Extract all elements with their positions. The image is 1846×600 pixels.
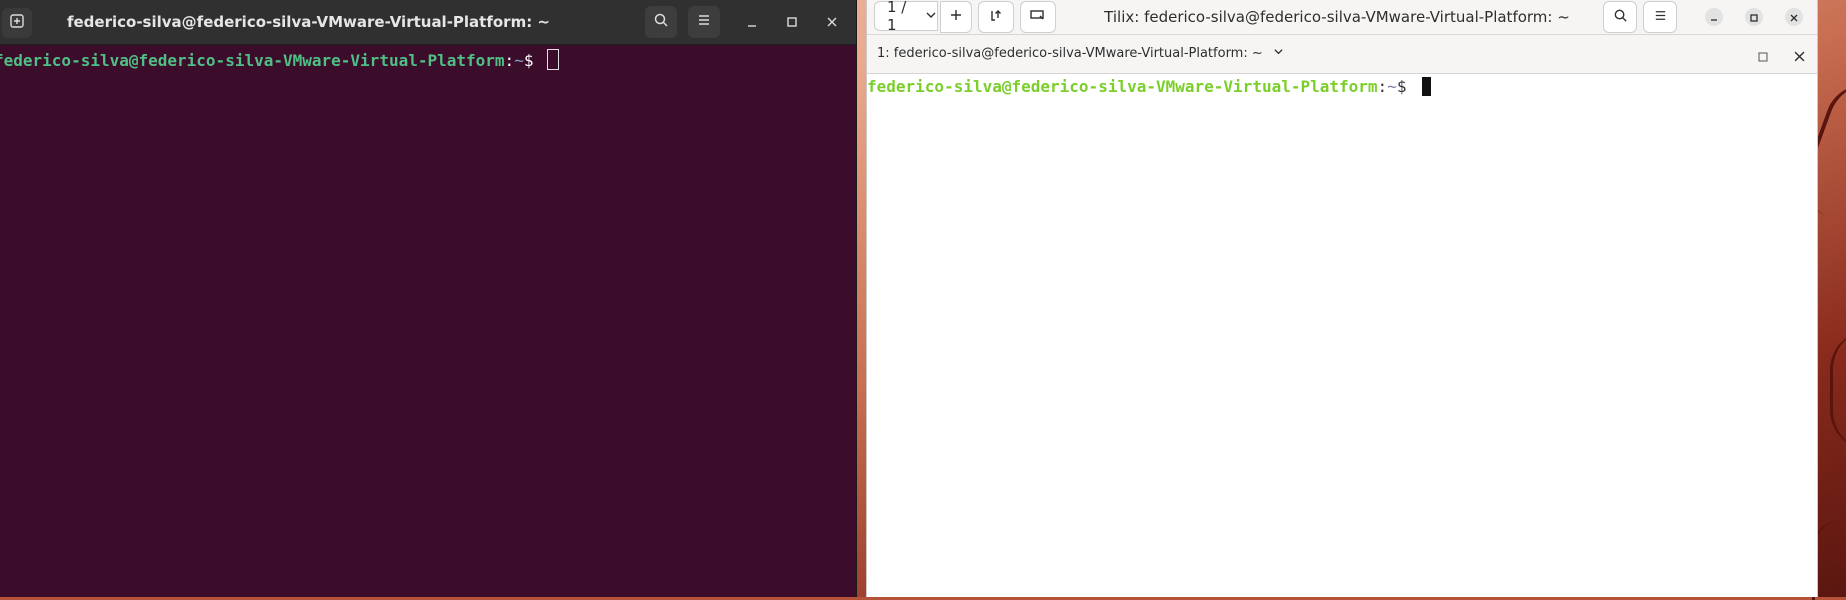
prompt-separator: : [504, 51, 515, 70]
prompt-path: ~ [514, 51, 524, 70]
close-icon [1794, 47, 1805, 66]
maximize-icon [1758, 47, 1768, 66]
search-button[interactable] [645, 6, 677, 38]
terminal-headerbar[interactable]: federico-silva@federico-silva-VMware-Vir… [0, 0, 856, 45]
terminal-titlebar[interactable]: 1: federico-silva@federico-silva-VMware-… [867, 35, 1817, 74]
gnome-terminal-window[interactable]: federico-silva@federico-silva-VMware-Vir… [0, 0, 857, 597]
terminal-output[interactable]: federico-silva@federico-silva-VMware-Vir… [867, 77, 1817, 97]
maximize-button[interactable] [1745, 8, 1763, 26]
menu-icon [1653, 8, 1668, 27]
close-button[interactable] [823, 13, 841, 31]
prompt-user-host: federico-silva@federico-silva-VMware-Vir… [0, 51, 505, 70]
close-terminal-button[interactable] [1794, 47, 1805, 66]
prompt-separator: : [1377, 77, 1388, 96]
terminal-output[interactable]: federico-silva@federico-silva-VMware-Vir… [0, 45, 856, 71]
close-icon [826, 13, 838, 32]
maximize-icon [786, 13, 798, 32]
add-session-button[interactable] [940, 1, 972, 33]
split-terminal-button[interactable] [978, 1, 1014, 33]
maximize-terminal-button[interactable] [1758, 47, 1768, 66]
close-icon [1789, 8, 1799, 27]
search-button[interactable] [1603, 1, 1637, 33]
maximize-icon [1749, 8, 1759, 27]
menu-icon [696, 12, 712, 32]
terminal-title-menu[interactable]: 1: federico-silva@federico-silva-VMware-… [877, 46, 1284, 61]
terminal-title: 1: federico-silva@federico-silva-VMware-… [877, 46, 1263, 61]
menu-button[interactable] [1643, 1, 1677, 33]
chevron-down-icon [1273, 46, 1284, 61]
prompt-symbol: $ [1396, 77, 1407, 96]
session-label: 1 / 1 [887, 0, 907, 34]
maximize-button[interactable] [783, 13, 801, 31]
prompt-path: ~ [1387, 77, 1397, 96]
split-icon [989, 8, 1003, 26]
minimize-button[interactable] [1705, 8, 1723, 26]
search-icon [653, 12, 669, 32]
minimize-icon [1709, 8, 1719, 27]
menu-button[interactable] [688, 6, 720, 38]
minimize-icon [746, 13, 758, 32]
terminal-cursor [1422, 77, 1432, 96]
chevron-down-icon [925, 7, 937, 25]
close-button[interactable] [1785, 8, 1803, 26]
add-icon [949, 8, 963, 26]
session-switcher-button[interactable]: 1 / 1 [874, 0, 938, 34]
prompt-user-host: federico-silva@federico-silva-VMware-Vir… [867, 77, 1378, 96]
prompt-symbol: $ [523, 51, 534, 70]
window-title: Tilix: federico-silva@federico-silva-VMw… [1104, 8, 1570, 26]
search-icon [1613, 8, 1628, 27]
tilix-headerbar[interactable]: 1 / 1 Tilix: federico-silva@federico-sil… [867, 0, 1817, 35]
minimize-button[interactable] [743, 13, 761, 31]
tilix-window[interactable]: 1 / 1 Tilix: federico-silva@federico-sil… [866, 0, 1818, 597]
window-title: federico-silva@federico-silva-VMware-Vir… [66, 13, 551, 31]
terminal-cursor [547, 49, 560, 70]
